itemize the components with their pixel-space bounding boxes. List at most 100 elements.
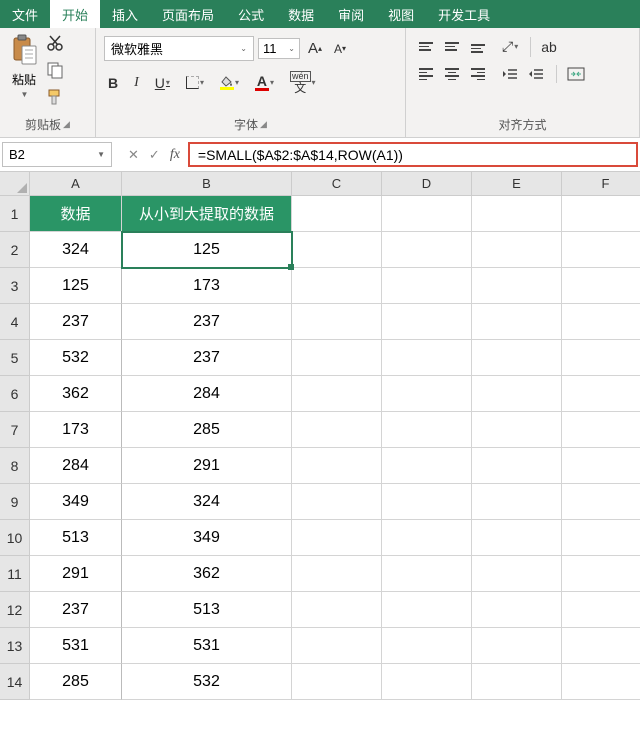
orientation-button[interactable]: ⤢▾ <box>498 36 522 57</box>
border-button[interactable]: ▾ <box>182 74 208 91</box>
underline-button[interactable]: U▾ <box>151 73 174 93</box>
dialog-launcher-icon[interactable]: ◢ <box>63 119 70 130</box>
wrap-text-button[interactable]: ab <box>530 37 561 57</box>
cell[interactable] <box>382 376 472 412</box>
phonetic-button[interactable]: wén文▾ <box>286 69 320 96</box>
cell[interactable]: 285 <box>122 412 292 448</box>
cell[interactable] <box>472 376 562 412</box>
fx-button[interactable]: fx <box>170 147 180 163</box>
cell[interactable] <box>292 664 382 700</box>
align-right-button[interactable] <box>466 65 490 83</box>
cell[interactable]: 513 <box>122 592 292 628</box>
cell[interactable] <box>472 196 562 232</box>
cell[interactable]: 237 <box>30 304 122 340</box>
cell[interactable]: 532 <box>30 340 122 376</box>
cell[interactable] <box>562 340 640 376</box>
col-header-c[interactable]: C <box>292 172 382 196</box>
row-header[interactable]: 2 <box>0 232 30 268</box>
cut-icon[interactable] <box>46 34 64 55</box>
cell[interactable]: 324 <box>122 484 292 520</box>
menu-view[interactable]: 视图 <box>376 0 426 28</box>
cell[interactable] <box>472 340 562 376</box>
cell[interactable] <box>292 376 382 412</box>
name-box[interactable]: B2▼ <box>2 142 112 167</box>
cell[interactable] <box>562 448 640 484</box>
cell[interactable] <box>472 232 562 268</box>
cell[interactable] <box>562 196 640 232</box>
col-header-a[interactable]: A <box>30 172 122 196</box>
cell[interactable] <box>382 520 472 556</box>
cell[interactable] <box>472 304 562 340</box>
merge-button[interactable] <box>556 65 589 83</box>
col-header-f[interactable]: F <box>562 172 640 196</box>
cell[interactable] <box>562 628 640 664</box>
cell[interactable] <box>382 268 472 304</box>
cell[interactable]: 284 <box>30 448 122 484</box>
cell[interactable] <box>382 232 472 268</box>
cell[interactable] <box>382 592 472 628</box>
cell[interactable] <box>292 628 382 664</box>
cell[interactable] <box>382 664 472 700</box>
cancel-formula-button[interactable]: ✕ <box>128 147 139 163</box>
cell[interactable] <box>292 484 382 520</box>
cell[interactable]: 237 <box>122 304 292 340</box>
cell[interactable] <box>472 412 562 448</box>
menu-file[interactable]: 文件 <box>0 0 50 28</box>
cell[interactable] <box>382 448 472 484</box>
cell[interactable]: 362 <box>122 556 292 592</box>
cell[interactable] <box>562 484 640 520</box>
cell[interactable] <box>292 304 382 340</box>
align-center-button[interactable] <box>440 65 464 83</box>
fill-color-button[interactable]: ▾ <box>216 74 243 92</box>
cell[interactable]: 173 <box>30 412 122 448</box>
cell[interactable]: 291 <box>122 448 292 484</box>
cell[interactable]: 237 <box>30 592 122 628</box>
cell[interactable]: 349 <box>30 484 122 520</box>
align-bottom-button[interactable] <box>466 38 490 56</box>
cell[interactable] <box>562 376 640 412</box>
copy-icon[interactable] <box>46 61 64 82</box>
cell[interactable] <box>472 592 562 628</box>
cell[interactable] <box>382 628 472 664</box>
cell[interactable] <box>382 304 472 340</box>
row-header[interactable]: 1 <box>0 196 30 232</box>
align-top-button[interactable] <box>414 38 438 56</box>
cell[interactable] <box>292 232 382 268</box>
row-header[interactable]: 12 <box>0 592 30 628</box>
cell[interactable] <box>292 592 382 628</box>
cell[interactable] <box>562 412 640 448</box>
formula-input[interactable]: =SMALL($A$2:$A$14,ROW(A1)) <box>188 142 638 167</box>
format-painter-icon[interactable] <box>46 88 64 109</box>
menu-insert[interactable]: 插入 <box>100 0 150 28</box>
cell[interactable]: 362 <box>30 376 122 412</box>
col-header-d[interactable]: D <box>382 172 472 196</box>
menu-dev[interactable]: 开发工具 <box>426 0 502 28</box>
spreadsheet-grid[interactable]: A B C D E F 1 数据 从小到大提取的数据 2 324 125 3 1… <box>0 172 640 700</box>
align-left-button[interactable] <box>414 65 438 83</box>
menu-layout[interactable]: 页面布局 <box>150 0 226 28</box>
cell[interactable]: 291 <box>30 556 122 592</box>
cell[interactable] <box>562 664 640 700</box>
cell[interactable]: 284 <box>122 376 292 412</box>
menu-data[interactable]: 数据 <box>276 0 326 28</box>
menu-review[interactable]: 审阅 <box>326 0 376 28</box>
row-header[interactable]: 7 <box>0 412 30 448</box>
cell[interactable]: 125 <box>30 268 122 304</box>
row-header[interactable]: 10 <box>0 520 30 556</box>
cell[interactable]: 324 <box>30 232 122 268</box>
enter-formula-button[interactable]: ✓ <box>149 147 160 163</box>
cell[interactable] <box>562 592 640 628</box>
cell[interactable] <box>472 628 562 664</box>
cell[interactable] <box>472 520 562 556</box>
row-header[interactable]: 13 <box>0 628 30 664</box>
row-header[interactable]: 11 <box>0 556 30 592</box>
cell[interactable]: 237 <box>122 340 292 376</box>
cell[interactable] <box>292 412 382 448</box>
cell[interactable] <box>292 196 382 232</box>
cell[interactable] <box>472 556 562 592</box>
cell[interactable] <box>472 664 562 700</box>
decrease-indent-button[interactable] <box>498 65 522 83</box>
increase-indent-button[interactable] <box>524 65 548 83</box>
cell[interactable] <box>382 340 472 376</box>
select-all-corner[interactable] <box>0 172 30 196</box>
